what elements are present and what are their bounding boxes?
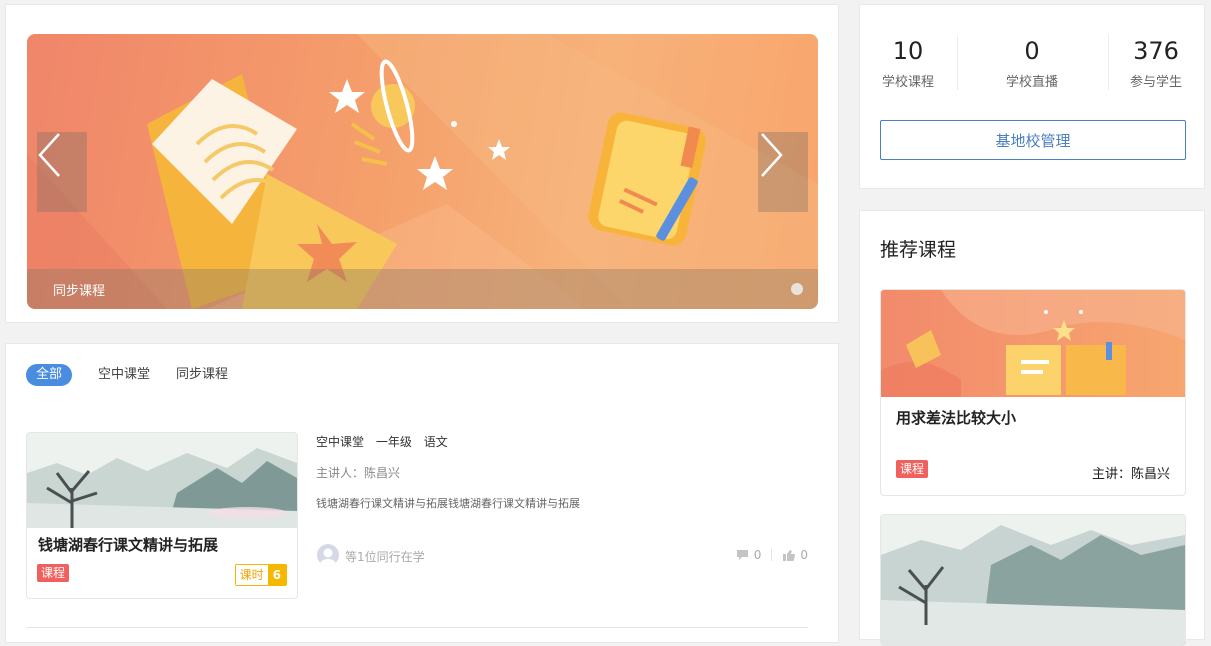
learners-count: 等1位同行在学 [345,550,425,564]
stat-label: 参与学生 [1129,75,1182,90]
carousel-indicator-dot[interactable] [791,283,803,295]
stat-value: 0 [1024,37,1040,65]
course-speaker: 主讲人：陈昌兴 [316,466,401,480]
tab-sync-course[interactable]: 同步课程 [176,364,228,386]
recommended-title: 推荐课程 [880,239,957,261]
course-tag: 课程 [37,564,70,582]
thumbs-up-icon[interactable] [782,549,796,561]
tab-all[interactable]: 全部 [26,364,73,386]
stats-divider [771,549,773,561]
comment-count: 0 [753,548,762,562]
avatar [317,544,339,566]
course-meta-grade: 一年级 [375,435,412,449]
banner-caption: 同步课程 [53,284,106,299]
course-description: 钱塘湖春行课文精讲与拓展钱塘湖春行课文精讲与拓展 [316,497,580,510]
banner-next-button[interactable] [758,132,808,212]
course-filter-tabs: 全部 空中课堂 同步课程 [26,364,254,386]
stat-label: 学校直播 [1005,75,1058,90]
user-avatar-icon [320,548,336,566]
like-count: 0 [800,548,808,562]
stat-school-live: 0 学校直播 [982,37,1082,90]
lesson-label: 课时 [235,565,268,585]
stat-students: 376 参与学生 [1106,37,1206,90]
course-title[interactable]: 钱塘湖春行课文精讲与拓展 [38,534,218,555]
base-school-manage-button[interactable]: 基地校管理 [880,120,1186,160]
stat-school-courses: 10 学校课程 [858,37,958,90]
course-list-panel: 全部 空中课堂 同步课程 钱塘湖春行课文精讲与拓展 课程 课时 6 空中课堂 一… [5,343,839,643]
lesson-count: 6 [267,565,286,585]
tab-air-classroom[interactable]: 空中课堂 [98,364,150,386]
recommended-course-speaker: 主讲：陈昌兴 [1091,467,1170,482]
course-meta-subject: 语文 [423,435,448,449]
recommended-thumbnail [881,515,1185,645]
banner-carousel[interactable]: 同步课程 [27,34,818,309]
stats-divider [957,35,958,90]
comment-icon[interactable] [736,549,749,561]
course-meta: 空中课堂 一年级 语文 [316,433,456,450]
recommended-course-tag: 课程 [896,460,929,478]
school-stats-panel: 10 学校课程 0 学校直播 376 参与学生 基地校管理 [859,4,1205,189]
lesson-count-badge: 课时 6 [234,564,287,586]
banner-prev-button[interactable] [37,132,87,212]
course-stats: 0 0 [736,548,808,562]
recommended-course-card[interactable] [880,514,1186,646]
banner-caption-bar: 同步课程 [27,269,818,309]
stat-label: 学校课程 [881,75,934,90]
course-meta-category: 空中课堂 [316,435,365,449]
recommended-course-card[interactable]: 用求差法比较大小 课程 主讲：陈昌兴 [880,289,1186,496]
stat-value: 10 [892,37,924,65]
recommended-panel: 推荐课程 用求差法比较大小 课程 主讲：陈昌兴 [859,210,1205,646]
chevron-left-icon [38,133,60,177]
course-card[interactable]: 钱塘湖春行课文精讲与拓展 课程 课时 6 [26,432,298,599]
banner-panel: 同步课程 [5,4,839,323]
recommended-thumbnail [881,290,1185,397]
stat-value: 376 [1133,37,1179,65]
banner-illustration [27,34,818,309]
course-thumbnail [27,433,297,528]
recommended-course-name[interactable]: 用求差法比较大小 [896,407,1016,428]
chevron-right-icon [761,133,783,177]
list-divider [26,627,808,628]
